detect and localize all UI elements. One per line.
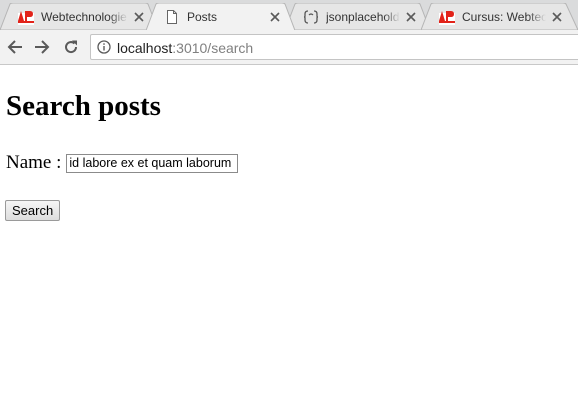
name-input[interactable] — [66, 153, 239, 173]
tab-posts[interactable]: Posts — [146, 3, 296, 30]
page-title: Search posts — [6, 90, 161, 122]
close-icon[interactable] — [132, 10, 146, 24]
tab-cursus-webtechnologie[interactable]: Cursus: Webtechnologie — [421, 3, 578, 30]
tab-title: Posts — [187, 9, 218, 24]
tab-webtechnologie[interactable]: Webtechnologie — [0, 3, 160, 30]
search-button[interactable]: Search — [5, 200, 61, 221]
tab-jsonplaceholder[interactable]: jsonplaceholder — [285, 3, 432, 30]
tab-strip: Webtechnologie jsonplaceholder — [0, 0, 578, 30]
info-icon[interactable] — [97, 40, 111, 54]
browser-toolbar: localhost:3010/search — [0, 30, 578, 65]
close-icon[interactable] — [404, 10, 418, 24]
url-host: localhost — [117, 40, 173, 56]
url-path: :3010/search — [172, 40, 254, 56]
name-label: Name : — [6, 152, 62, 173]
document-icon — [167, 9, 177, 24]
forward-arrow-icon[interactable] — [32, 37, 52, 57]
ap-logo-icon — [439, 10, 455, 25]
tab-title: Cursus: Webtechnologie — [462, 9, 546, 24]
close-icon[interactable] — [550, 10, 564, 24]
braces-icon — [303, 9, 319, 24]
reload-icon[interactable] — [61, 37, 81, 57]
tab-title: Webtechnologie — [41, 9, 127, 24]
back-arrow-icon[interactable] — [5, 37, 25, 57]
name-field-row: Name : — [6, 152, 239, 174]
ap-logo-icon — [18, 10, 34, 25]
page-content: Search posts Name : Search — [0, 65, 578, 402]
address-bar[interactable]: localhost:3010/search — [90, 34, 578, 60]
url-text[interactable]: localhost:3010/search — [117, 40, 253, 56]
close-icon[interactable] — [268, 10, 282, 24]
tab-title: jsonplaceholder — [326, 9, 400, 24]
